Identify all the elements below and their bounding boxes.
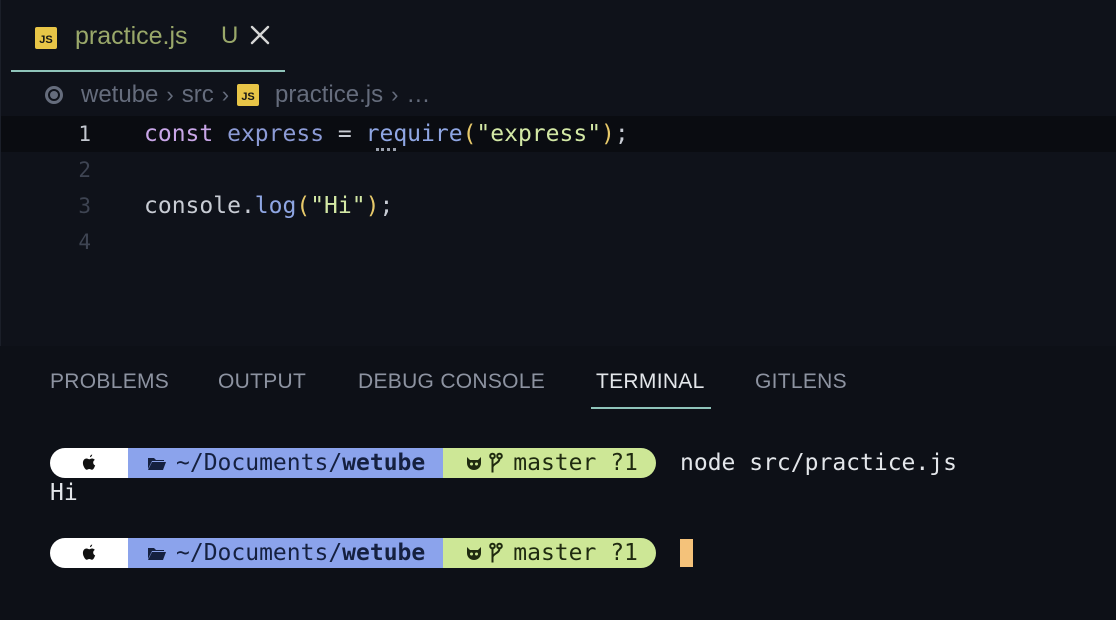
apple-icon: [82, 454, 96, 470]
dot: .: [240, 193, 255, 219]
tab-problems[interactable]: PROBLEMS: [50, 370, 169, 394]
directory-name: wetube: [342, 450, 426, 476]
directory-segment: ~/Documents/wetube: [128, 448, 456, 478]
terminal-command: node src/practice.js: [680, 450, 957, 476]
paren: ): [601, 121, 615, 147]
terminal-cursor: [680, 539, 693, 567]
git-branch-status: master ?1: [513, 540, 638, 566]
tab-bar: JS practice.js U: [1, 0, 1116, 72]
tab-output[interactable]: OUTPUT: [218, 370, 306, 394]
breadcrumb-item-file[interactable]: practice.js: [275, 81, 383, 109]
outline-circle-icon: [45, 86, 63, 104]
code-line[interactable]: 2: [1, 152, 1116, 188]
close-icon[interactable]: [247, 22, 273, 52]
directory-path: ~/Documents/: [176, 450, 343, 476]
line-number: 4: [78, 230, 91, 254]
code-line[interactable]: 3 console.log("Hi");: [1, 188, 1116, 224]
breadcrumb: wetube › src › JS practice.js › …: [45, 78, 430, 112]
js-file-icon: JS: [35, 27, 57, 49]
folder-icon: [148, 547, 166, 560]
tab-terminal[interactable]: TERMINAL: [596, 370, 705, 394]
paren: (: [296, 193, 311, 219]
editor-area: JS practice.js U wetube › src › JS pract…: [0, 0, 1116, 346]
paren: (: [462, 121, 477, 147]
string-literal: "Hi": [310, 193, 366, 219]
git-segment: master ?1: [443, 538, 656, 568]
code-line[interactable]: 1 const express = require("express");: [1, 116, 1116, 152]
git-branch-status: master ?1: [513, 450, 638, 476]
js-file-icon: JS: [237, 84, 260, 106]
variable: express: [227, 121, 325, 147]
chevron-right-icon: ›: [166, 82, 174, 107]
directory-segment: ~/Documents/wetube: [128, 538, 456, 568]
hint-dots[interactable]: [376, 144, 396, 151]
folder-icon: [148, 457, 166, 470]
active-tab-indicator: [591, 407, 711, 409]
semicolon: ;: [379, 193, 394, 219]
tab-practice-js[interactable]: JS practice.js U: [11, 0, 285, 72]
panel-tab-bar: PROBLEMS OUTPUT DEBUG CONSOLE TERMINAL G…: [0, 360, 1116, 410]
os-segment: [50, 448, 140, 478]
terminal-output: Hi: [50, 480, 78, 506]
paren: ): [365, 193, 380, 219]
breadcrumb-item-src[interactable]: src: [182, 81, 214, 109]
tab-gitlens[interactable]: GITLENS: [755, 370, 847, 394]
chevron-right-icon: ›: [391, 82, 399, 107]
code-line[interactable]: 4: [1, 224, 1116, 260]
chevron-right-icon: ›: [221, 82, 230, 107]
line-number: 2: [78, 158, 91, 182]
breadcrumb-item-wetube[interactable]: wetube: [81, 81, 158, 109]
git-branch-icon: [489, 542, 504, 563]
git-segment: master ?1: [443, 448, 656, 478]
method-name: log: [254, 193, 297, 219]
apple-icon: [82, 544, 96, 560]
directory-path: ~/Documents/: [176, 540, 343, 566]
directory-name: wetube: [342, 540, 426, 566]
git-branch-icon: [489, 452, 504, 473]
os-segment: [50, 538, 140, 568]
shell-prompt: ~/Documents/wetube master ?1: [50, 448, 656, 478]
line-number: 3: [78, 194, 91, 218]
string-literal: "express": [476, 121, 602, 147]
line-number: 1: [78, 122, 91, 146]
github-cat-icon: [467, 457, 482, 470]
tab-untracked-status: U: [221, 22, 239, 49]
shell-prompt: ~/Documents/wetube master ?1: [50, 538, 656, 568]
tab-debug-console[interactable]: DEBUG CONSOLE: [358, 370, 545, 394]
code-text: console.log("Hi");: [144, 188, 393, 224]
github-cat-icon: [467, 547, 482, 560]
semicolon: ;: [614, 121, 629, 147]
object-name: console: [144, 193, 241, 219]
operator: =: [337, 121, 352, 147]
keyword: const: [144, 121, 214, 147]
breadcrumb-item-symbols[interactable]: …: [406, 81, 430, 109]
tab-filename: practice.js: [75, 22, 188, 50]
